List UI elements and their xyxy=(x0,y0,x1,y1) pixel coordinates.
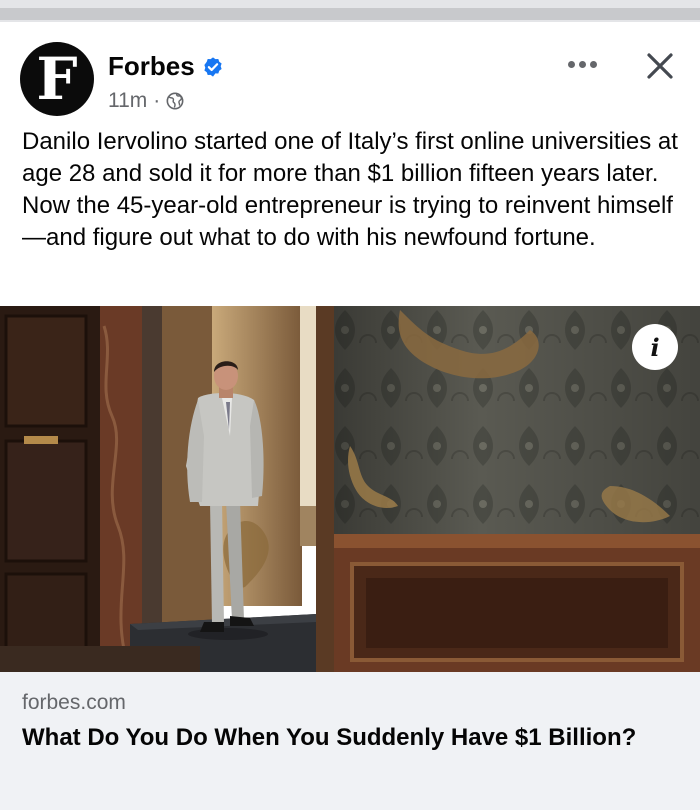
info-icon: i xyxy=(650,332,660,362)
photo-illustration xyxy=(0,306,700,672)
more-dot-icon xyxy=(578,60,586,68)
more-dot-icon xyxy=(567,60,575,68)
post-card: F Forbes 11m · Danilo Iervolino started … xyxy=(0,22,700,810)
post-meta: 11m · xyxy=(108,88,184,114)
close-icon[interactable] xyxy=(640,46,680,86)
page-name[interactable]: Forbes xyxy=(108,50,195,82)
avatar-letter: F xyxy=(36,45,78,113)
meta-separator: · xyxy=(153,89,161,112)
more-dot-icon xyxy=(589,60,597,68)
avatar[interactable]: F xyxy=(20,42,94,116)
more-options-button[interactable] xyxy=(562,50,602,78)
link-domain: forbes.com xyxy=(22,691,126,714)
top-status-strip xyxy=(0,0,700,22)
post-caption: Danilo Iervolino started one of Italy’s … xyxy=(22,128,678,251)
scroll-indicator-bar xyxy=(0,8,700,20)
globe-icon xyxy=(166,92,184,110)
verified-badge-icon xyxy=(204,57,222,77)
article-photo[interactable]: i xyxy=(0,306,700,672)
info-button[interactable]: i xyxy=(632,324,678,370)
link-title[interactable]: What Do You Do When You Suddenly Have $1… xyxy=(22,722,662,754)
link-preview-card[interactable]: forbes.com What Do You Do When You Sudde… xyxy=(0,672,700,810)
post-header: F Forbes 11m · xyxy=(0,22,700,122)
post-time[interactable]: 11m xyxy=(108,88,147,114)
